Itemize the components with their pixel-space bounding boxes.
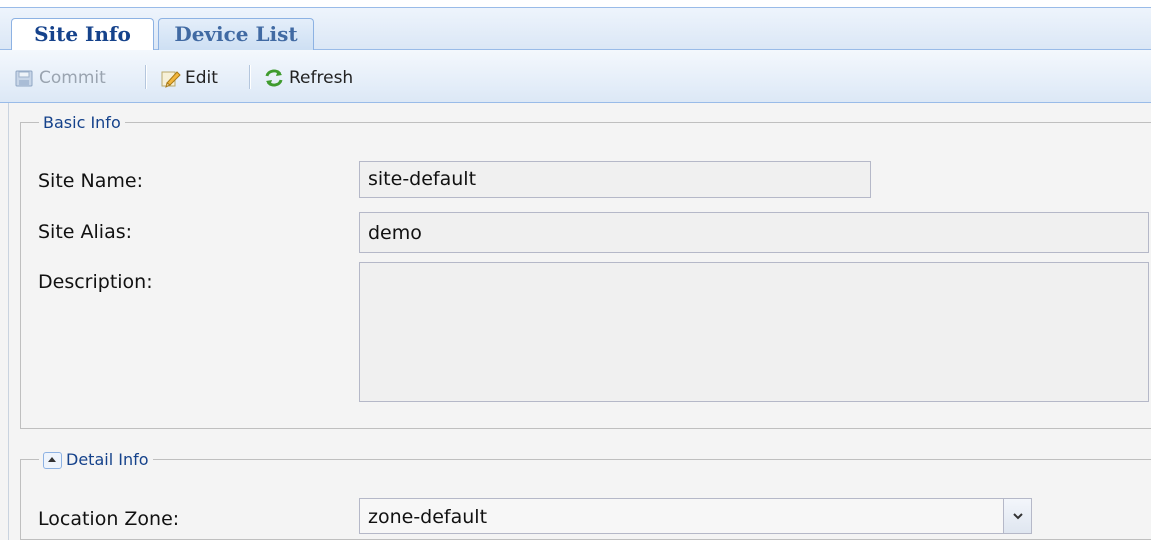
refresh-button[interactable]: Refresh xyxy=(264,67,353,89)
toolbar-separator xyxy=(249,65,251,89)
commit-label: Commit xyxy=(39,68,106,88)
location-zone-value: zone-default xyxy=(368,506,488,528)
pencil-icon xyxy=(160,68,181,88)
toolbar: Commit Edit Refresh xyxy=(0,50,1151,103)
detail-info-legend: Detail Info xyxy=(39,450,153,469)
refresh-icon xyxy=(264,68,284,88)
save-icon xyxy=(14,68,34,88)
detail-info-legend-text: Detail Info xyxy=(66,450,149,469)
refresh-label: Refresh xyxy=(289,68,354,88)
description-textarea[interactable] xyxy=(359,262,1149,402)
site-alias-label: Site Alias: xyxy=(38,221,133,243)
basic-info-legend: Basic Info xyxy=(43,113,121,132)
tab-strip: Site Info Device List xyxy=(0,8,1151,52)
site-name-label: Site Name: xyxy=(38,170,143,192)
edit-label: Edit xyxy=(185,68,218,88)
chevron-down-icon xyxy=(1012,512,1023,519)
site-name-field[interactable]: site-default xyxy=(359,161,871,198)
tab-site-info[interactable]: Site Info xyxy=(11,18,154,52)
dropdown-trigger[interactable] xyxy=(1003,499,1031,533)
edit-button[interactable]: Edit xyxy=(160,67,218,89)
location-zone-select[interactable]: zone-default xyxy=(359,498,1032,534)
description-label: Description: xyxy=(38,271,153,293)
location-zone-label: Location Zone: xyxy=(38,508,180,530)
site-alias-field[interactable]: demo xyxy=(359,212,1149,253)
toolbar-separator xyxy=(145,65,147,89)
panel-border xyxy=(8,103,9,540)
tab-device-list[interactable]: Device List xyxy=(158,18,314,51)
collapse-toggle-icon[interactable] xyxy=(43,452,62,469)
commit-button[interactable]: Commit xyxy=(14,67,106,89)
